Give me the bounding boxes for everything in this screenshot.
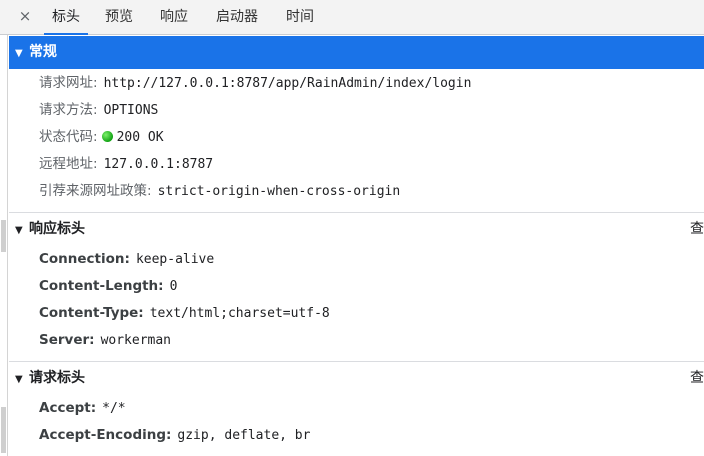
close-icon[interactable]: × [16,7,34,25]
field-value[interactable]: 127.0.0.1:8787 [104,157,214,172]
response-header-row: Connection: keep-alive [39,246,214,273]
response-header-row: Content-Type: text/html;charset=utf-8 [39,300,330,327]
section-request-headers-header[interactable]: ▼ 请求标头 查 [9,362,704,395]
devtools-tabbar: × 标头 预览 响应 启动器 时间 [0,0,704,35]
scroll-grip[interactable] [1,407,6,453]
left-panel-edge [0,35,8,456]
view-source-link[interactable]: 查 [690,362,704,395]
header-name: Accept-Encoding: [39,427,172,443]
request-header-row: Accept-Encoding: gzip, deflate, br [39,422,310,449]
section-title: 请求标头 [29,370,85,386]
response-header-row: Content-Length: 0 [39,273,177,300]
field-value[interactable]: OPTIONS [104,103,159,118]
field-label: 引荐来源网址政策: [39,183,152,199]
header-value[interactable]: workerman [101,333,171,348]
header-name: Content-Type: [39,305,144,321]
triangle-down-icon: ▼ [15,48,23,59]
header-name: Content-Length: [39,278,164,294]
triangle-down-icon: ▼ [15,225,23,236]
general-request-url: 请求网址: http://127.0.0.1:8787/app/RainAdmin… [39,70,471,97]
tab-preview[interactable]: 预览 [97,0,141,35]
header-value[interactable]: gzip, deflate, br [177,428,310,443]
header-value[interactable]: text/html;charset=utf-8 [150,306,330,321]
tab-response[interactable]: 响应 [152,0,196,35]
field-value[interactable]: strict-origin-when-cross-origin [158,184,401,199]
header-value[interactable]: keep-alive [136,252,214,267]
header-value[interactable]: 0 [170,279,178,294]
general-request-method: 请求方法: OPTIONS [39,97,158,124]
field-label: 请求方法: [39,102,98,118]
view-source-link[interactable]: 查 [690,213,704,246]
general-remote-address: 远程地址: 127.0.0.1:8787 [39,151,213,178]
field-value[interactable]: 200 OK [117,130,164,145]
section-title: 响应标头 [29,221,85,237]
section-title: 常规 [29,44,57,60]
general-referrer-policy: 引荐来源网址政策: strict-origin-when-cross-origin [39,178,400,205]
section-general-header[interactable]: ▼ 常规 [9,36,704,69]
field-label: 状态代码: [39,129,98,145]
header-name: Server: [39,332,95,348]
status-ok-icon [101,131,113,142]
tab-headers[interactable]: 标头 [44,0,88,35]
request-header-row: Accept: */* [39,395,126,422]
headers-panel: ▼ 常规 请求网址: http://127.0.0.1:8787/app/RainA… [9,35,704,456]
field-value[interactable]: http://127.0.0.1:8787/app/RainAdmin/inde… [104,76,472,91]
header-name: Connection: [39,251,130,267]
scroll-grip[interactable] [1,220,6,252]
header-name: Accept: [39,400,97,416]
field-label: 远程地址: [39,156,98,172]
triangle-down-icon: ▼ [15,374,23,385]
tab-initiator[interactable]: 启动器 [208,0,266,35]
general-status-code: 状态代码: 200 OK [39,124,164,151]
section-response-headers-header[interactable]: ▼ 响应标头 查 [9,213,704,246]
field-label: 请求网址: [39,75,98,91]
header-value[interactable]: */* [102,401,125,416]
tab-timing[interactable]: 时间 [278,0,322,35]
response-header-row: Server: workerman [39,327,171,354]
